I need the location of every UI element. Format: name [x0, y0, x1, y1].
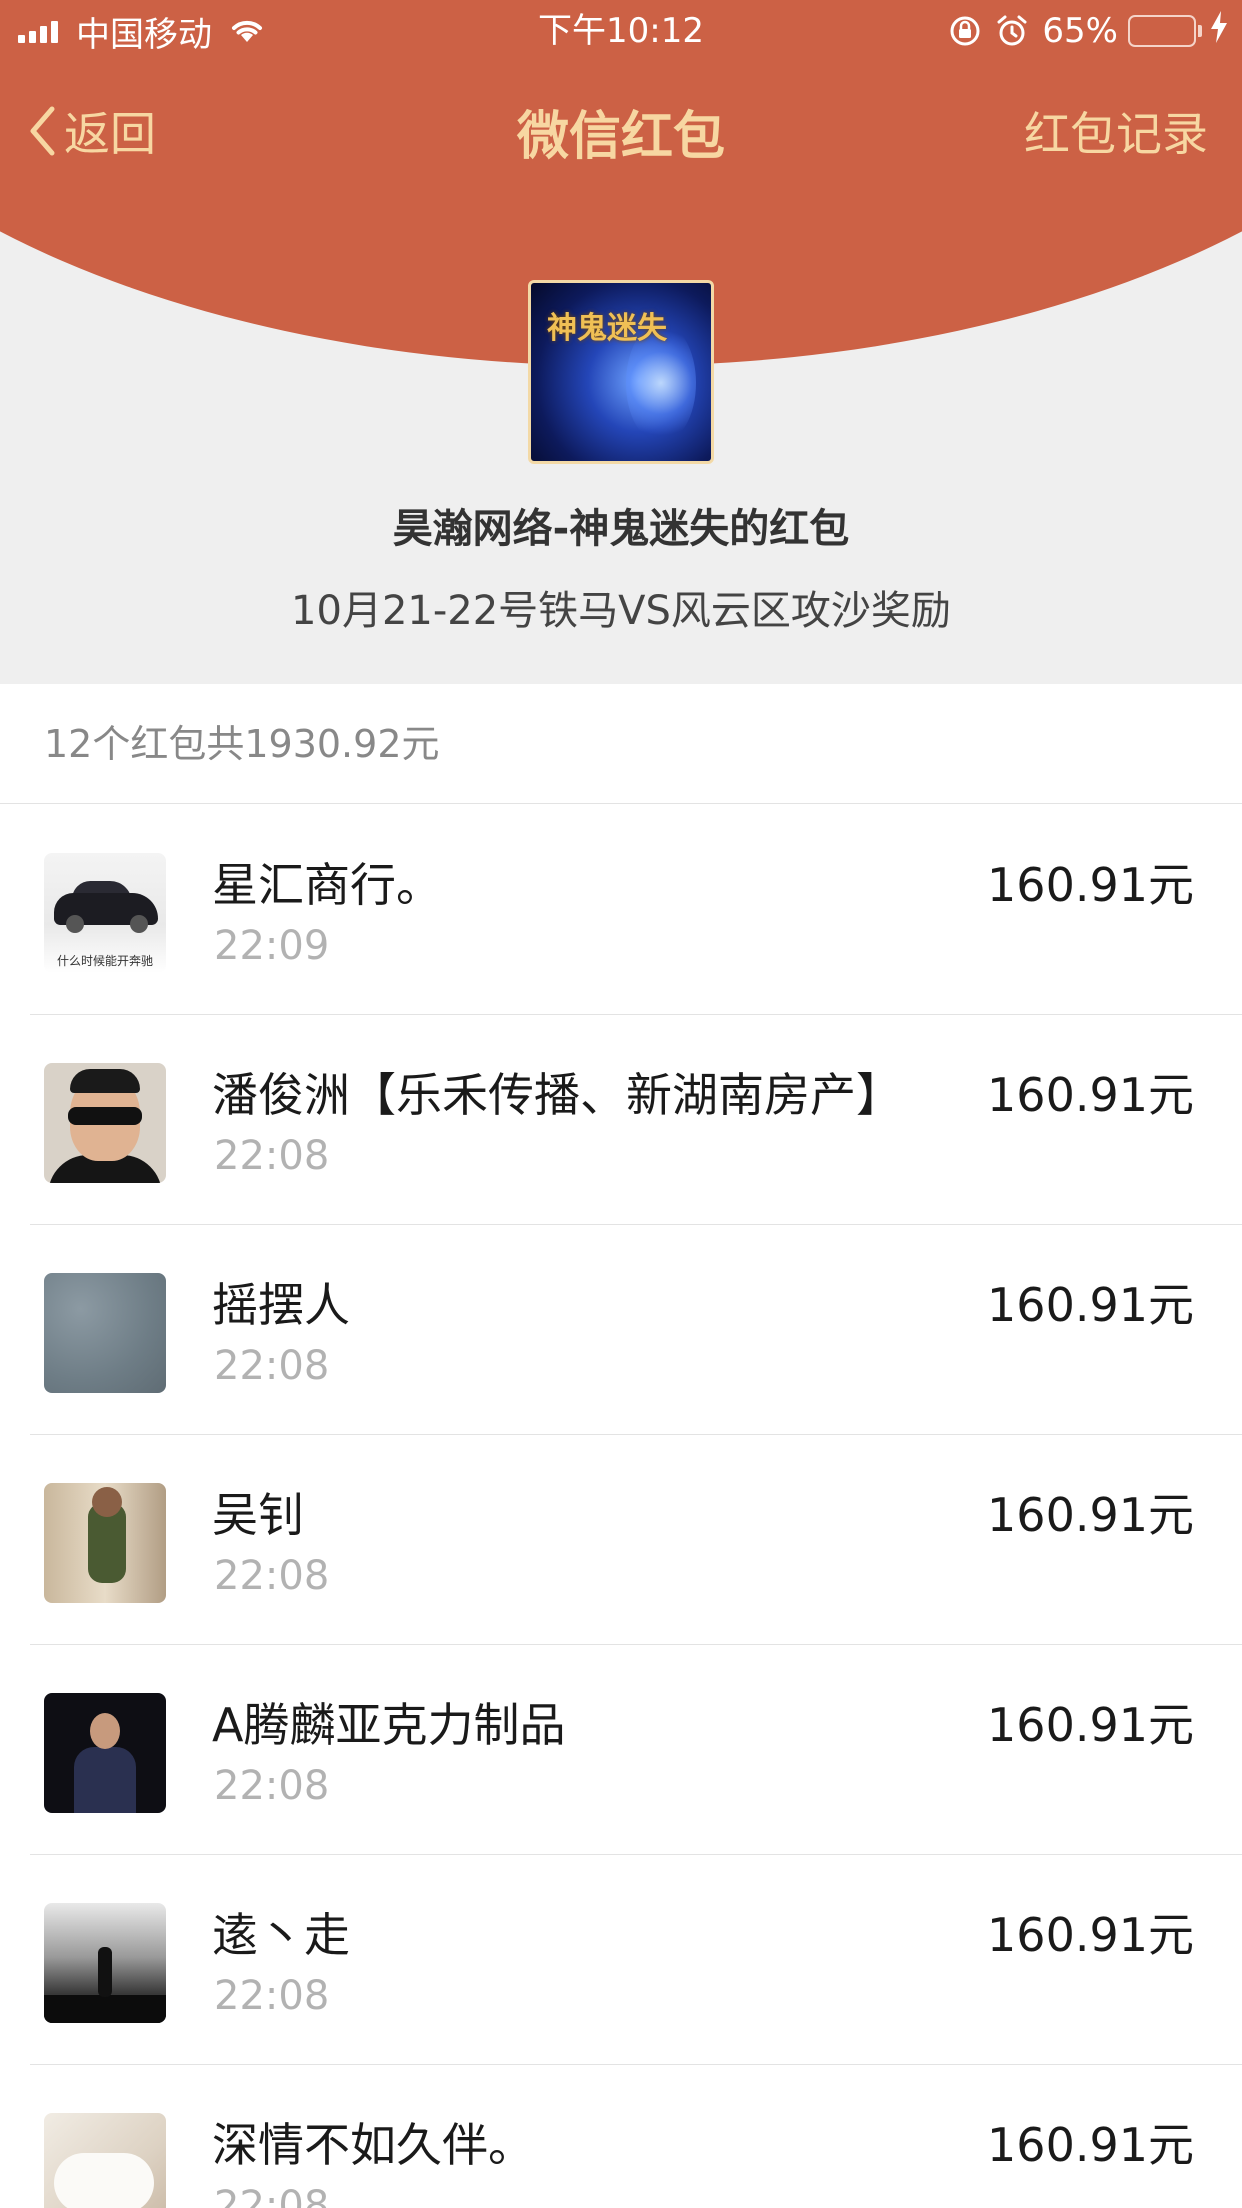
recipient-name: A腾麟亚克力制品	[212, 1698, 566, 1752]
avatar	[44, 1273, 166, 1393]
received-amount: 160.91元	[987, 1278, 1194, 1332]
red-packet-greeting: 10月21-22号铁马VS风云区攻沙奖励	[291, 588, 951, 634]
status-bar: 中国移动 下午10:12 65%	[0, 0, 1242, 62]
recipient-row[interactable]: A腾麟亚克力制品 22:08 160.91元	[0, 1645, 1242, 1855]
avatar	[44, 1483, 166, 1603]
navigation-bar: 返回 微信红包 红包记录	[0, 80, 1242, 176]
recipient-row[interactable]: 逺丶走 22:08 160.91元	[0, 1855, 1242, 2065]
recipient-name: 吴钊	[212, 1488, 304, 1542]
receive-time: 22:08	[214, 2183, 330, 2208]
received-amount: 160.91元	[987, 1068, 1194, 1122]
receive-time: 22:08	[214, 1553, 330, 1599]
avatar: 什么时候能开奔驰	[44, 853, 166, 973]
received-amount: 160.91元	[987, 1698, 1194, 1752]
avatar	[44, 2113, 166, 2208]
recipient-name: 星汇商行。	[212, 858, 442, 912]
recipient-row[interactable]: 深情不如久伴。 22:08 160.91元	[0, 2065, 1242, 2208]
sender-avatar[interactable]: 神鬼迷失	[528, 280, 714, 464]
sender-name: 昊瀚网络-神鬼迷失的红包	[392, 506, 850, 552]
sender-avatar-logo-text: 神鬼迷失	[547, 311, 667, 346]
received-amount: 160.91元	[987, 2118, 1194, 2172]
red-packet-records-link[interactable]: 红包记录	[1024, 98, 1208, 164]
battery-percentage: 65%	[1042, 11, 1118, 51]
recipient-row[interactable]: 潘俊洲【乐禾传播、新湖南房产】 22:08 160.91元	[0, 1015, 1242, 1225]
avatar	[44, 1693, 166, 1813]
recipient-list: 什么时候能开奔驰 星汇商行。 22:09 160.91元 潘俊洲【乐禾传播、新湖…	[0, 805, 1242, 2208]
avatar	[44, 1903, 166, 2023]
receive-time: 22:08	[214, 1133, 330, 1179]
battery-icon	[1128, 15, 1202, 47]
rotation-lock-icon	[948, 14, 982, 48]
avatar-caption: 什么时候能开奔驰	[56, 954, 153, 968]
avatar	[44, 1063, 166, 1183]
receive-time: 22:08	[214, 1973, 330, 2019]
recipient-name: 深情不如久伴。	[212, 2118, 534, 2172]
recipient-name: 潘俊洲【乐禾传播、新湖南房产】	[212, 1068, 902, 1122]
alarm-clock-icon	[996, 14, 1028, 48]
recipient-row[interactable]: 什么时候能开奔驰 星汇商行。 22:09 160.91元	[0, 805, 1242, 1015]
received-amount: 160.91元	[987, 1908, 1194, 1962]
receive-time: 22:09	[214, 923, 330, 969]
received-amount: 160.91元	[987, 1488, 1194, 1542]
red-packet-detail-page: 中国移动 下午10:12 65% 返回 微信红包 红包记录 神鬼迷失 昊瀚网络-…	[0, 0, 1242, 2208]
received-amount: 160.91元	[987, 858, 1194, 912]
recipient-row[interactable]: 吴钊 22:08 160.91元	[0, 1435, 1242, 1645]
recipient-name: 摇摆人	[212, 1278, 350, 1332]
receive-time: 22:08	[214, 1343, 330, 1389]
red-packet-summary: 12个红包共1930.92元	[0, 684, 1242, 804]
charging-bolt-icon	[1210, 10, 1228, 52]
recipient-row[interactable]: 摇摆人 22:08 160.91元	[0, 1225, 1242, 1435]
recipient-name: 逺丶走	[212, 1908, 350, 1962]
receive-time: 22:08	[214, 1763, 330, 1809]
